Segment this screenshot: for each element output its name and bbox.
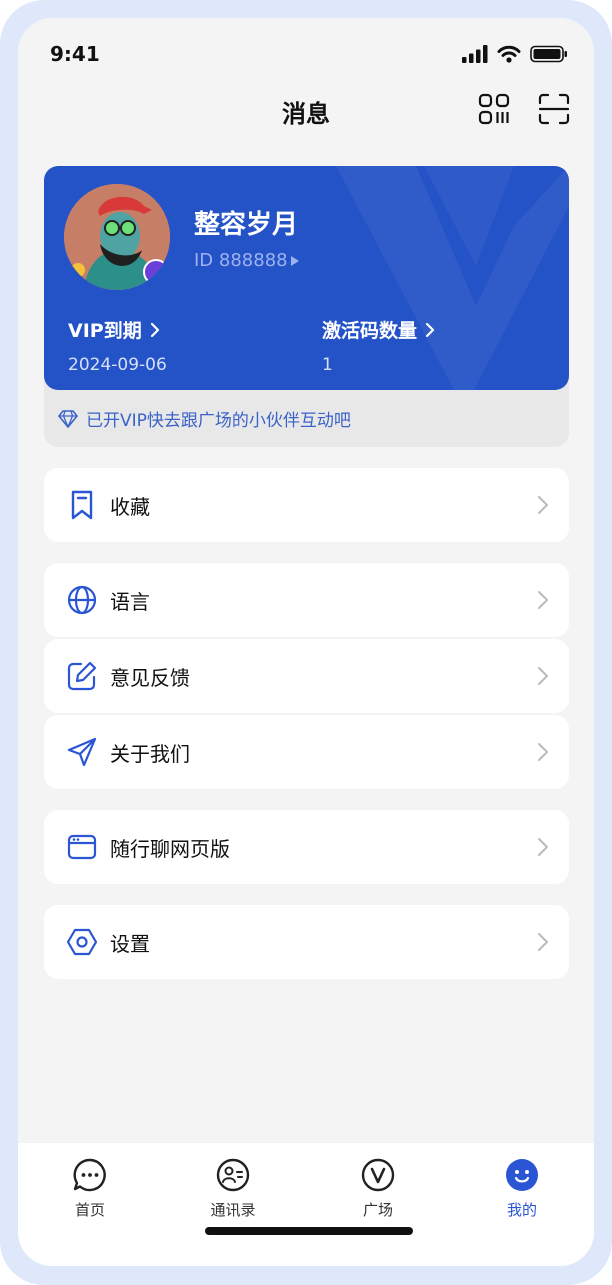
menu-item-web-version[interactable]: 随行聊网页版 [44,810,569,884]
chevron-right-icon [425,322,435,337]
tab-label: 通讯录 [210,1201,256,1219]
user-id-text: ID 888888 [194,250,288,271]
contacts-icon [216,1158,250,1192]
chevron-right-icon [538,743,548,761]
chevron-right-icon [538,667,548,685]
scan-icon[interactable] [538,93,570,125]
device-frame: 9:41 消息 整容岁月 ID 888888 VIP到期 2024-09-06 … [0,0,612,1285]
home-indicator [205,1227,413,1235]
status-bar: 9:41 [18,18,594,88]
tab-label: 首页 [74,1201,105,1219]
avatar[interactable] [64,184,170,290]
menu-item-language[interactable]: 语言 [44,563,569,637]
vip-tip-text: 已开VIP快去跟广场的小伙伴互动吧 [86,411,351,431]
tab-label: 广场 [362,1201,393,1219]
status-time: 9:41 [50,42,100,66]
chevron-right-icon [538,591,548,609]
profile-section: 整容岁月 ID 888888 VIP到期 2024-09-06 激活码数量 1 [44,166,569,447]
menu-item-settings[interactable]: 设置 [44,905,569,979]
activation-codes[interactable]: 激活码数量 1 [322,316,435,375]
user-id[interactable]: ID 888888 [194,250,300,271]
menu-item-favorites[interactable]: 收藏 [44,468,569,542]
menu-label: 设置 [110,932,150,956]
activation-codes-value: 1 [322,355,333,375]
avatar-illustration [64,184,170,290]
menu-item-about[interactable]: 关于我们 [44,715,569,789]
nav-bar: 消息 [18,88,594,132]
menu-label: 意见反馈 [110,666,190,690]
send-icon [67,737,97,767]
menu-label: 收藏 [110,495,150,519]
tab-mine[interactable]: 我的 [462,1157,582,1220]
tab-label: 我的 [506,1201,537,1219]
chevron-right-icon [150,322,159,337]
battery-icon [530,45,567,63]
bookmark-icon [71,490,93,520]
profile-card[interactable]: 整容岁月 ID 888888 VIP到期 2024-09-06 激活码数量 1 [44,166,569,390]
wifi-icon [497,45,521,63]
tab-home[interactable]: 首页 [30,1157,150,1220]
vip-expiry[interactable]: VIP到期 2024-09-06 [68,316,167,375]
globe-icon [67,585,97,615]
tab-bar: 首页 通讯录 广场 我的 [18,1143,594,1266]
v-circle-icon [361,1158,395,1192]
menu-label: 语言 [110,590,150,614]
activation-codes-label: 激活码数量 [322,320,418,342]
qr-code-icon[interactable] [478,93,510,125]
chat-bubble-icon [73,1158,106,1192]
settings-hexagon-icon [66,928,98,956]
edit-icon [67,661,97,691]
menu-label: 随行聊网页版 [110,837,230,861]
chevron-right-icon [538,933,548,951]
tab-contacts[interactable]: 通讯录 [173,1157,293,1220]
user-name: 整容岁月 [194,210,299,240]
vip-expiry-value: 2024-09-06 [68,355,167,375]
smiley-icon [506,1159,538,1191]
signal-icon [462,45,488,63]
tab-square[interactable]: 广场 [318,1157,438,1220]
menu-item-feedback[interactable]: 意见反馈 [44,639,569,713]
chevron-right-icon [538,496,548,514]
diamond-icon [58,409,78,428]
play-arrow-icon [290,255,299,266]
menu-label: 关于我们 [110,742,190,766]
browser-window-icon [67,834,97,860]
chevron-right-icon [538,838,548,856]
status-icons [462,45,568,63]
phone-screen: 9:41 消息 整容岁月 ID 888888 VIP到期 2024-09-06 … [18,18,594,1266]
vip-expiry-label: VIP到期 [68,320,142,342]
vip-tip[interactable]: 已开VIP快去跟广场的小伙伴互动吧 [58,406,351,431]
